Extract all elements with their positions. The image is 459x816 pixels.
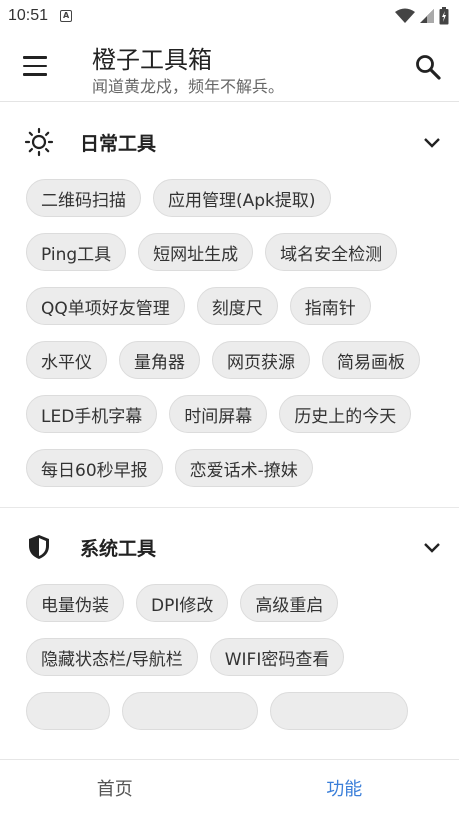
notification-icon: A [60, 10, 73, 22]
tool-chip[interactable]: 简易画板 [322, 341, 420, 379]
shield-icon [29, 535, 49, 559]
menu-icon[interactable] [22, 53, 48, 79]
tool-chip[interactable]: 量角器 [119, 341, 200, 379]
wifi-icon [395, 8, 415, 23]
bottom-nav: 首页 功能 [0, 759, 459, 816]
tool-chip[interactable]: 域名安全检测 [265, 233, 398, 271]
tool-chip[interactable]: 高级重启 [240, 584, 339, 622]
app-subtitle: 闻道黄龙戍，频年不解兵。 [92, 77, 285, 96]
tool-chip[interactable]: QQ单项好友管理 [26, 287, 185, 325]
tool-chip[interactable]: 时间屏幕 [169, 395, 268, 433]
tool-chip[interactable]: 电量伪装 [26, 584, 124, 622]
app-title: 橙子工具箱 [92, 46, 212, 74]
section-title: 日常工具 [80, 133, 157, 155]
chevron-down-icon[interactable] [422, 133, 442, 153]
tool-chip[interactable] [270, 692, 408, 730]
section-title: 系统工具 [80, 538, 157, 560]
section-daily-tools-header[interactable]: 日常工具 [0, 103, 459, 179]
battery-icon [439, 7, 449, 25]
tool-chip[interactable]: 应用管理(Apk提取) [153, 179, 331, 217]
app-bar: 橙子工具箱 闻道黄龙戍，频年不解兵。 [0, 32, 459, 102]
tab-features[interactable]: 功能 [230, 760, 459, 816]
status-time: 10:51 [8, 7, 49, 24]
sun-icon [24, 127, 54, 157]
tool-chip[interactable]: Ping工具 [26, 233, 127, 271]
status-icons [395, 7, 449, 25]
tool-chip[interactable]: DPI修改 [136, 584, 229, 622]
tool-chip[interactable]: 二维码扫描 [26, 179, 141, 217]
search-icon[interactable] [414, 53, 442, 81]
tool-chip[interactable] [122, 692, 258, 730]
tool-chip[interactable]: 网页获源 [212, 341, 310, 379]
tool-chip[interactable]: 恋爱话术-撩妹 [174, 449, 313, 487]
tool-chip[interactable]: 历史上的今天 [279, 395, 412, 433]
tool-chip[interactable]: 短网址生成 [138, 233, 254, 271]
tab-home[interactable]: 首页 [0, 760, 230, 816]
tool-chip[interactable]: 指南针 [289, 287, 371, 325]
tool-chip[interactable] [26, 692, 110, 730]
system-tools-chips: 电量伪装 DPI修改 高级重启 隐藏状态栏/导航栏 WIFI密码查看 [0, 584, 459, 746]
chevron-down-icon[interactable] [422, 538, 442, 558]
tool-list[interactable]: 日常工具 二维码扫描 应用管理(Apk提取) Ping工具 短网址生成 域名安全… [0, 103, 459, 759]
tool-chip[interactable]: 水平仪 [26, 341, 107, 379]
section-system-tools-header[interactable]: 系统工具 [0, 508, 459, 584]
tool-chip[interactable]: 每日60秒早报 [26, 449, 163, 487]
tool-chip[interactable]: 刻度尺 [196, 287, 278, 325]
daily-tools-chips: 二维码扫描 应用管理(Apk提取) Ping工具 短网址生成 域名安全检测 QQ… [0, 179, 459, 503]
signal-icon [420, 9, 434, 23]
tool-chip[interactable]: WIFI密码查看 [209, 638, 345, 676]
tool-chip[interactable]: 隐藏状态栏/导航栏 [26, 638, 198, 676]
status-bar: 10:51 A [0, 0, 459, 32]
tool-chip[interactable]: LED手机字幕 [26, 395, 158, 433]
